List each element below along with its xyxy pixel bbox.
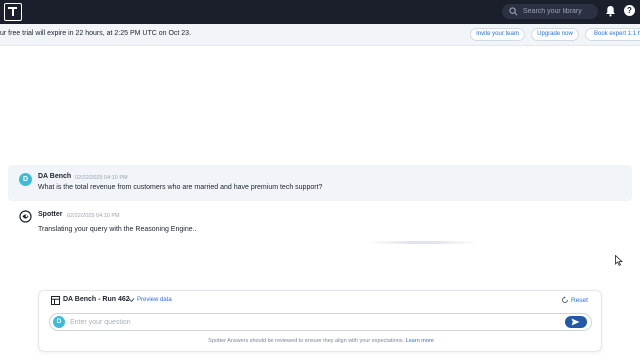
thoughtspot-logo-icon[interactable]: [4, 3, 22, 21]
user-name: DA Bench: [38, 173, 72, 180]
invite-team-button[interactable]: Invite your team: [470, 28, 525, 41]
composer-avatar: D: [53, 315, 65, 328]
bell-icon[interactable]: [605, 5, 616, 17]
user-message: D DA Bench 02/22/2025 04:10 PM What is t…: [8, 165, 632, 201]
send-icon: [571, 318, 580, 326]
table-icon: [51, 296, 60, 305]
spotter-name: Spotter: [38, 211, 63, 218]
disclaimer-text: Spotter Answers should be reviewed to en…: [208, 338, 405, 344]
question-composer: DA Bench - Run 462 Preview data Reset D …: [38, 290, 602, 352]
reset-button[interactable]: Reset: [571, 297, 588, 304]
help-button[interactable]: ?: [624, 5, 635, 16]
library-search[interactable]: [502, 4, 598, 19]
search-input[interactable]: [523, 8, 593, 15]
spotter-status-text: Translating your query with the Reasonin…: [38, 226, 197, 233]
data-source-selector[interactable]: DA Bench - Run 462: [63, 296, 130, 303]
chevron-down-icon[interactable]: [128, 297, 135, 303]
spotter-message-timestamp: 02/22/2025 04:10 PM: [67, 212, 120, 219]
question-input-row[interactable]: D: [49, 313, 592, 331]
mouse-cursor-icon: [615, 255, 623, 266]
question-input[interactable]: [70, 316, 550, 328]
loading-shimmer: [368, 241, 478, 244]
user-avatar: D: [19, 173, 32, 186]
top-navigation-bar: ?: [0, 0, 640, 24]
search-icon: [509, 7, 518, 16]
send-button[interactable]: [565, 316, 587, 328]
disclaimer: Spotter Answers should be reviewed to en…: [39, 338, 603, 344]
upgrade-now-button[interactable]: Upgrade now: [531, 28, 579, 41]
user-message-timestamp: 02/22/2025 04:10 PM: [75, 174, 128, 181]
user-question-text: What is the total revenue from customers…: [38, 184, 323, 191]
preview-data-link[interactable]: Preview data: [137, 297, 172, 303]
reset-icon[interactable]: [561, 296, 569, 304]
trial-expiry-text: ur free trial will expire in 22 hours, a…: [0, 30, 192, 37]
spotter-avatar-icon: [19, 210, 32, 223]
book-expert-button[interactable]: Book expert 1:1 help: [585, 28, 640, 41]
learn-more-link[interactable]: Learn more: [406, 338, 434, 344]
trial-banner: ur free trial will expire in 22 hours, a…: [0, 24, 640, 46]
